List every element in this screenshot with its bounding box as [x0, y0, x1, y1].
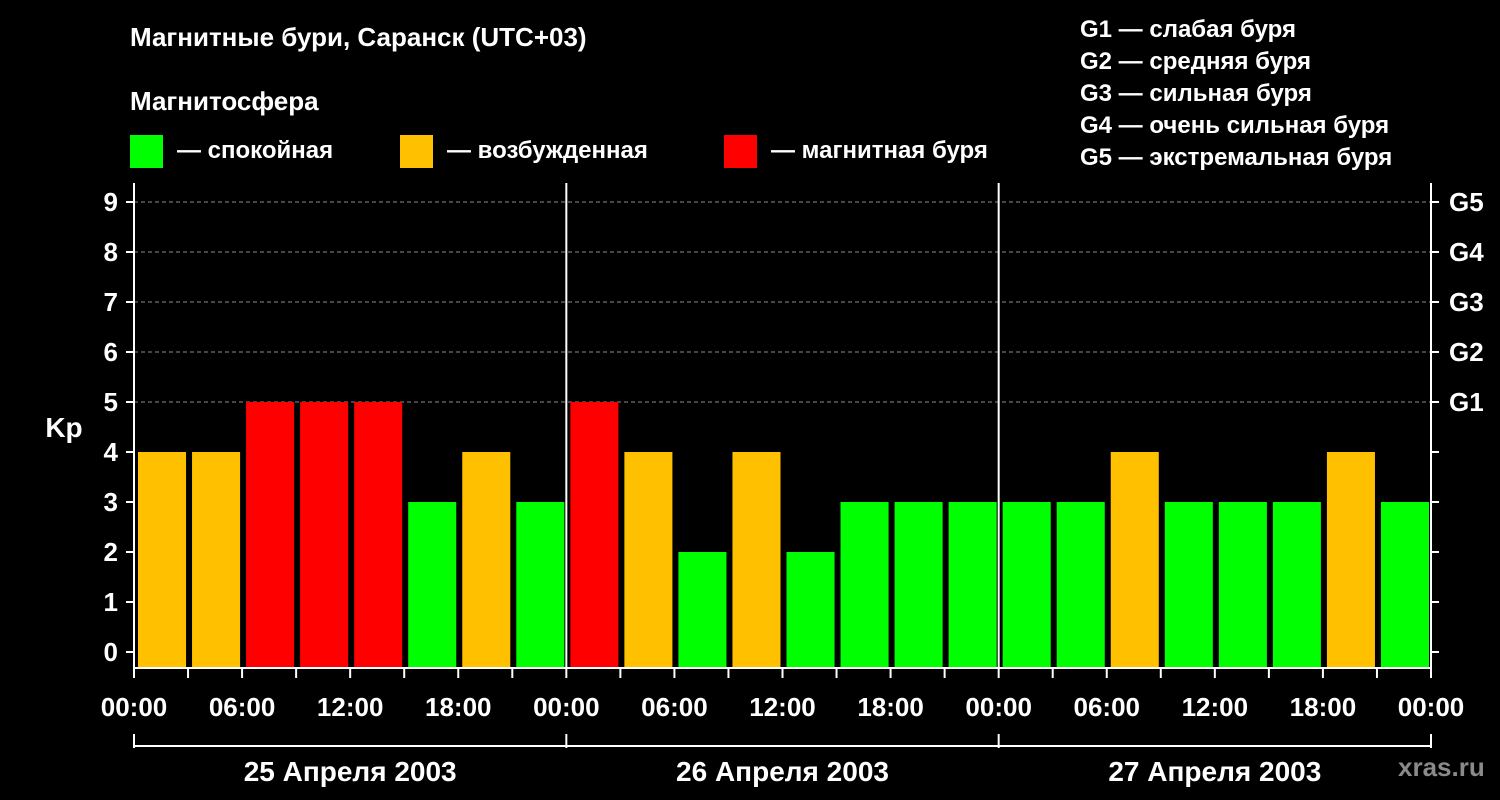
- x-tick-label: 18:00: [857, 692, 924, 722]
- y-tick-label: 1: [104, 587, 118, 617]
- kp-bar: [300, 402, 349, 668]
- day-label: 27 Апреля 2003: [1108, 756, 1321, 787]
- kp-bar: [624, 452, 673, 668]
- kp-bar: [138, 452, 187, 668]
- x-tick-label: 12:00: [1182, 692, 1249, 722]
- watermark: xras.ru: [1398, 752, 1485, 782]
- x-tick-label: 00:00: [101, 692, 168, 722]
- y-axis-label: Kp: [45, 412, 82, 443]
- y-tick-label: 8: [104, 237, 118, 267]
- y-tick-label: 9: [104, 187, 118, 217]
- x-tick-label: 18:00: [425, 692, 492, 722]
- g-tick-label: G3: [1449, 287, 1484, 317]
- y-tick-label: 3: [104, 487, 118, 517]
- x-tick-label: 00:00: [1398, 692, 1465, 722]
- kp-index-chart: 0 1 2 3 4 5 6 7 8 9 G1 G2 G3 G4 G5 Kp 00:00 06:00 12:00 18:…: [45, 183, 1484, 787]
- day-label: 26 Апреля 2003: [676, 756, 889, 787]
- g-tick-label: G4: [1449, 237, 1484, 267]
- x-tick-label: 06:00: [1074, 692, 1141, 722]
- kp-bar: [1002, 502, 1051, 668]
- x-tick-label: 12:00: [749, 692, 816, 722]
- y-tick-label: 7: [104, 287, 118, 317]
- kp-bar: [894, 502, 943, 668]
- kp-bar: [1272, 502, 1321, 668]
- y-tick-label: 2: [104, 537, 118, 567]
- kp-bar: [840, 502, 889, 668]
- x-tick-label: 18:00: [1290, 692, 1357, 722]
- kp-bar: [1326, 452, 1375, 668]
- kp-bar: [570, 402, 619, 668]
- kp-bar: [948, 502, 997, 668]
- x-tick-label: 00:00: [533, 692, 600, 722]
- x-tick-label: 00:00: [965, 692, 1032, 722]
- g-tick-label: G1: [1449, 387, 1484, 417]
- kp-bar: [408, 502, 457, 668]
- kp-bar: [732, 452, 781, 668]
- kp-bar: [678, 552, 727, 668]
- kp-bar: [246, 402, 295, 668]
- y-tick-label: 6: [104, 337, 118, 367]
- kp-bar: [354, 402, 403, 668]
- kp-bar: [1110, 452, 1159, 668]
- x-tick-label: 12:00: [317, 692, 384, 722]
- kp-bar: [1164, 502, 1213, 668]
- kp-bar: [1380, 502, 1429, 668]
- kp-bar: [462, 452, 511, 668]
- y-tick-label: 0: [104, 637, 118, 667]
- kp-bar: [1218, 502, 1267, 668]
- g-tick-label: G5: [1449, 187, 1484, 217]
- x-tick-label: 06:00: [641, 692, 708, 722]
- kp-bar: [786, 552, 835, 668]
- kp-bar: [516, 502, 565, 668]
- day-label: 25 Апреля 2003: [244, 756, 457, 787]
- y-tick-label: 4: [104, 437, 119, 467]
- g-tick-label: G2: [1449, 337, 1484, 367]
- x-tick-label: 06:00: [209, 692, 276, 722]
- y-tick-label: 5: [104, 387, 118, 417]
- kp-bar: [192, 452, 241, 668]
- kp-bar: [1056, 502, 1105, 668]
